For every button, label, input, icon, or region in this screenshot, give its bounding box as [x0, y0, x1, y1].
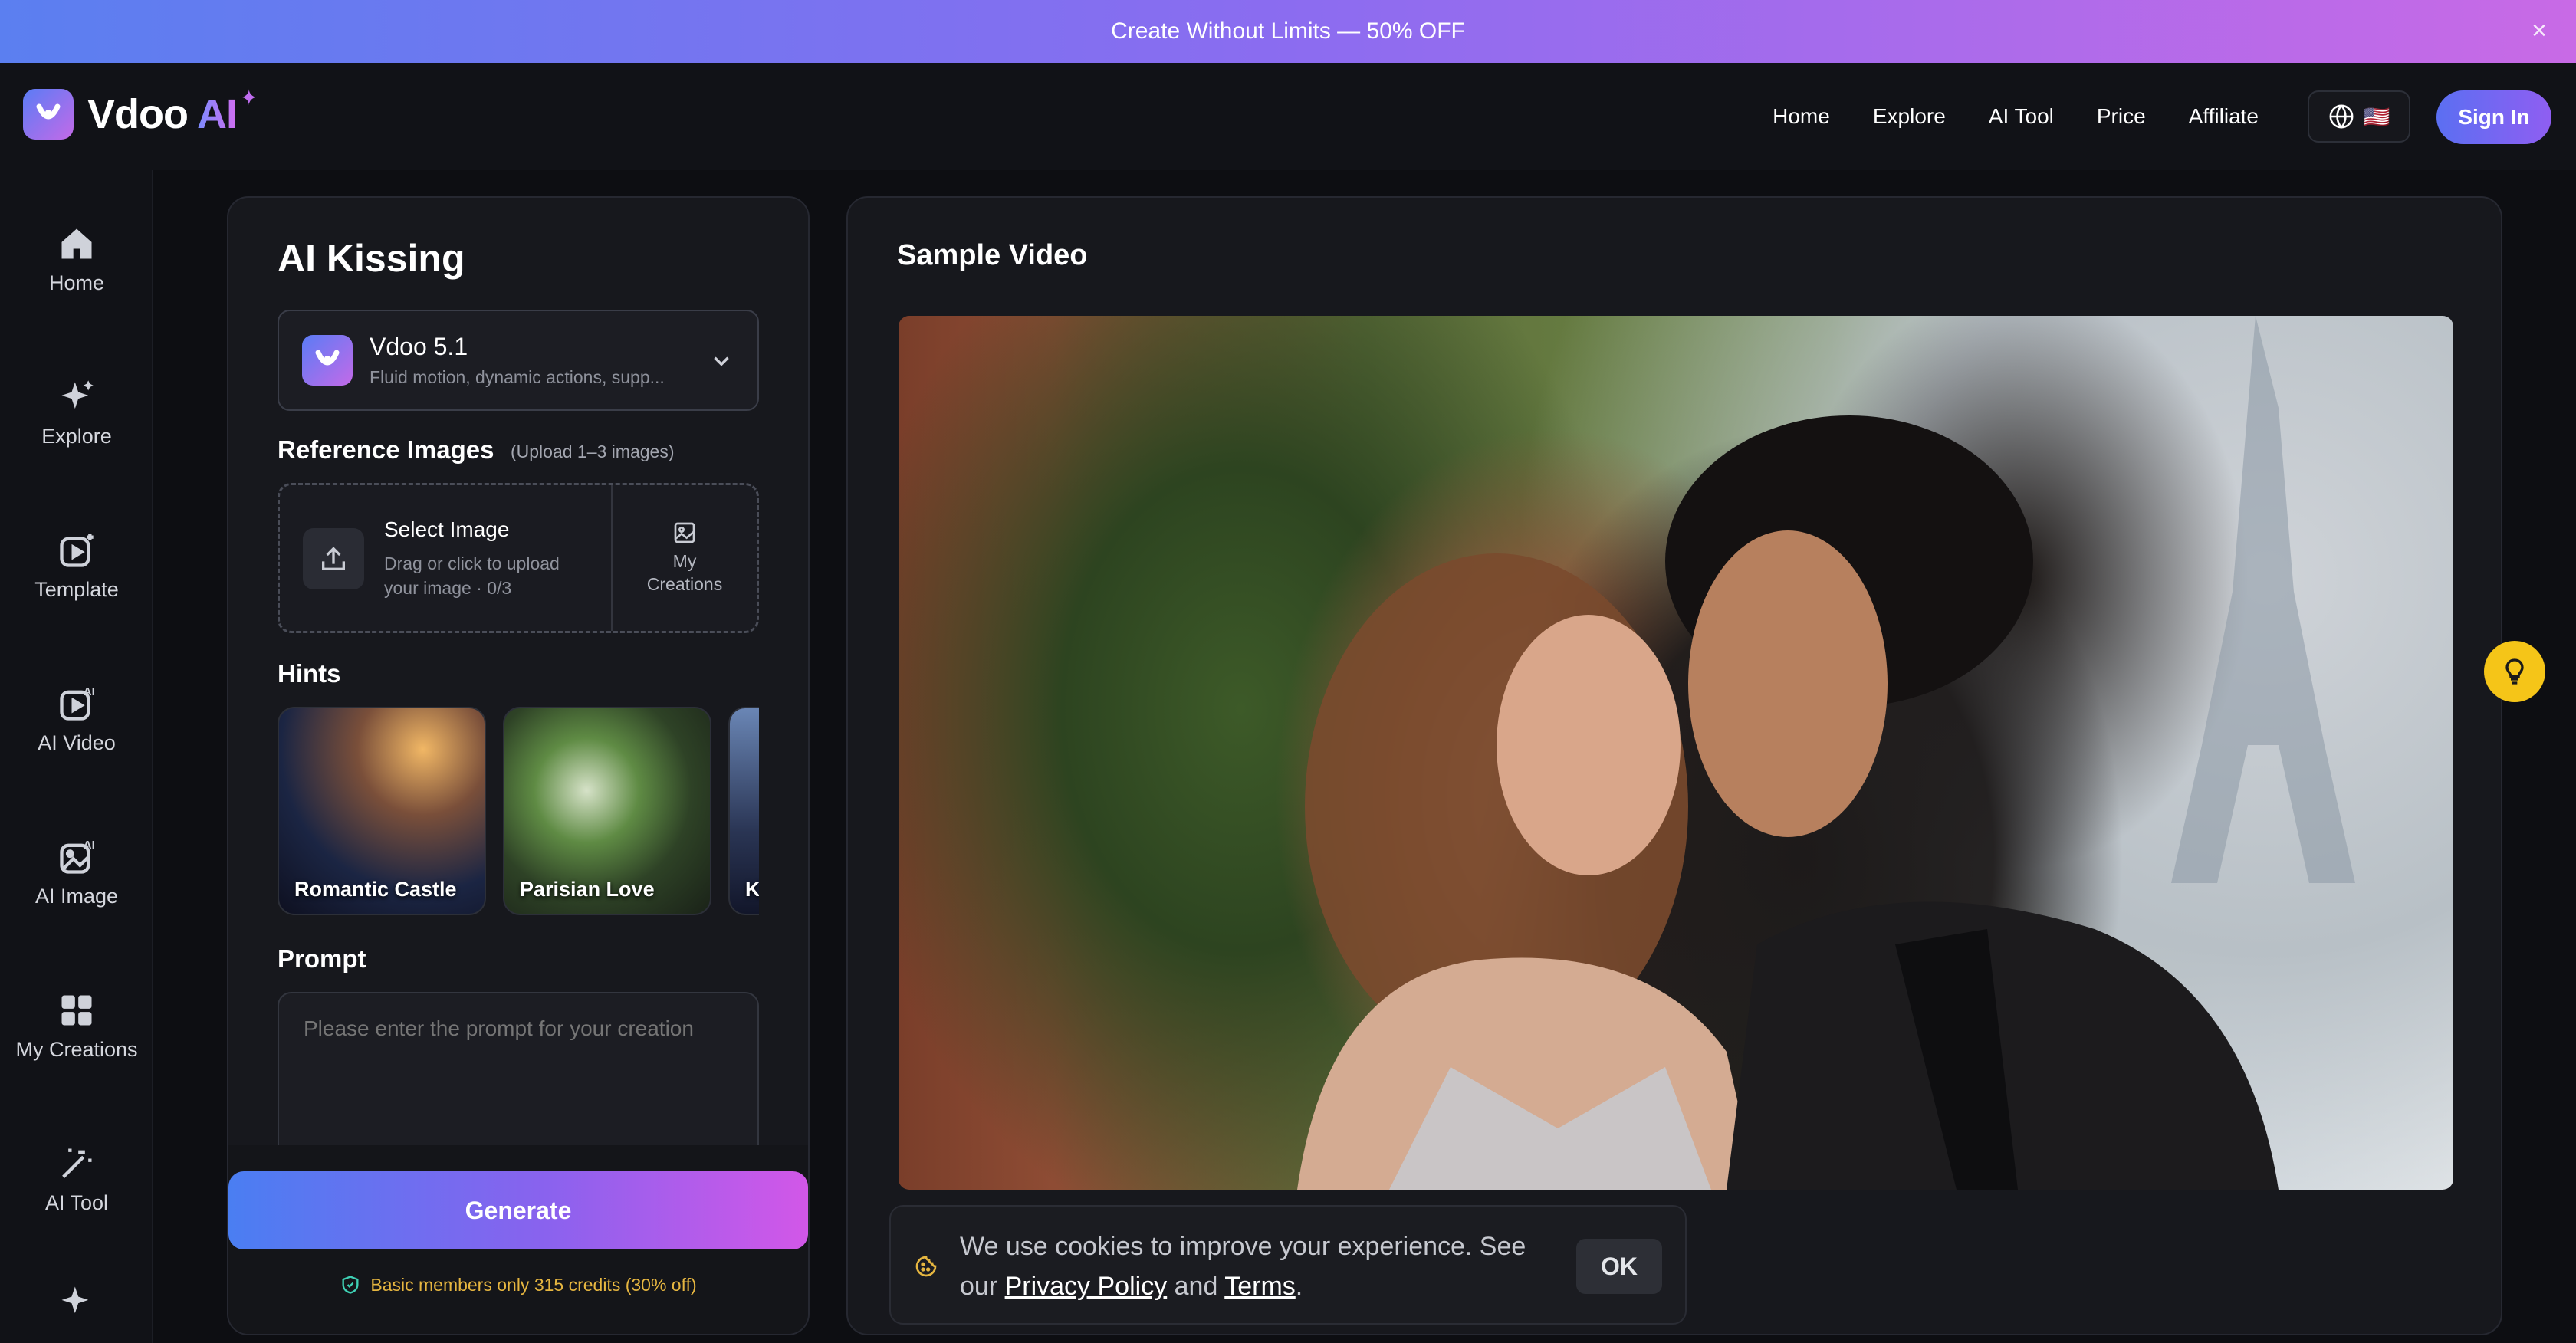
svg-text:AI: AI [84, 685, 95, 698]
sidebar-item-home[interactable]: Home [0, 205, 153, 313]
sidebar-item-ai-image[interactable]: AI AI Image [0, 819, 153, 926]
nav-price[interactable]: Price [2097, 104, 2146, 129]
promo-text[interactable]: Create Without Limits — 50% OFF [1111, 18, 1465, 44]
select-image-title[interactable]: Select Image [384, 517, 509, 542]
sidebar-item-my-creations[interactable]: My Creations [0, 972, 153, 1079]
model-description: Fluid motion, dynamic actions, supp... [370, 367, 665, 387]
lightbulb-icon [2505, 658, 2524, 685]
sample-video[interactable] [899, 316, 2453, 1190]
credits-note: Basic members only 315 credits (30% off) [228, 1274, 808, 1295]
my-creations-button[interactable]: My Creations [613, 485, 757, 631]
select-image-subtitle: Drag or click to upload your image · 0/3 [384, 553, 560, 598]
hint-label: Romantic Castle [294, 878, 457, 901]
sidebar-item-label: Home [48, 271, 105, 294]
nav-home[interactable]: Home [1773, 104, 1830, 129]
sidebar-item-more[interactable] [0, 1282, 153, 1343]
upload-icon[interactable] [303, 528, 364, 589]
reference-images-hint: (Upload 1–3 images) [511, 442, 675, 461]
privacy-policy-link[interactable]: Privacy Policy [1005, 1272, 1168, 1301]
top-navbar: Vdoo AI ✦ Home Explore AI Tool Price Aff… [0, 63, 2576, 170]
flag-us: 🇺🇸 [2363, 104, 2390, 129]
cookie-text: We use cookies to improve your experienc… [960, 1232, 1526, 1301]
credits-note-text: Basic members only 315 credits (30% off) [370, 1274, 697, 1295]
ai-image-icon: AI [60, 839, 95, 874]
promo-banner[interactable]: Create Without Limits — 50% OFF × [0, 0, 2576, 63]
nav-ai-tool[interactable]: AI Tool [1989, 104, 2054, 129]
sidebar-item-label: AI Video [38, 731, 116, 754]
image-icon [674, 522, 695, 543]
prompt-label: Prompt [278, 944, 366, 973]
sparkle-icon [61, 1286, 89, 1314]
sample-panel: Sample Video [846, 196, 2502, 1335]
hints-label: Hints [278, 659, 341, 688]
hint-label: Parisian Love [520, 878, 655, 901]
sparkle-icon [61, 379, 94, 409]
hint-label: Ki [745, 878, 759, 901]
tip-button[interactable] [2484, 641, 2545, 702]
globe-icon [2329, 104, 2354, 129]
ai-video-icon: AI [60, 685, 95, 721]
sidebar-item-label: Explore [41, 424, 112, 448]
cookie-icon [915, 1256, 937, 1277]
sidebar-item-label: Template [34, 577, 119, 601]
model-selector[interactable]: Vdoo 5.1 Fluid motion, dynamic actions, … [278, 310, 759, 411]
language-selector[interactable]: 🇺🇸 [2308, 90, 2410, 143]
generate-footer: Generate Basic members only 315 credits … [228, 1145, 808, 1334]
reference-images-label: Reference Images [278, 435, 495, 464]
main-nav: Home Explore AI Tool Price Affiliate [1773, 63, 2259, 170]
my-creations-label: My Creations [646, 551, 723, 594]
terms-link[interactable]: Terms [1224, 1272, 1296, 1301]
vdoo-logo-icon [23, 89, 74, 140]
brand-logo[interactable]: Vdoo AI ✦ [23, 86, 268, 140]
sample-video-title: Sample Video [897, 239, 1088, 271]
nav-explore[interactable]: Explore [1873, 104, 1946, 129]
svg-text:AI: AI [84, 839, 95, 852]
sign-in-button[interactable]: Sign In [2436, 90, 2551, 144]
sidebar: Home Explore Template AI AI Video AI AI … [0, 170, 153, 1343]
sidebar-item-label: AI Image [34, 884, 119, 908]
cookie-ok-button[interactable]: OK [1576, 1239, 1662, 1294]
sidebar-item-template[interactable]: Template [0, 512, 153, 619]
shield-icon [342, 1276, 359, 1294]
sidebar-item-ai-tool[interactable]: AI Tool [0, 1125, 153, 1233]
grid-icon [61, 995, 92, 1025]
sidebar-item-ai-video[interactable]: AI AI Video [0, 665, 153, 773]
image-upload-zone[interactable]: Select Image Drag or click to upload you… [278, 483, 759, 633]
hint-card-parisian-love[interactable]: Parisian Love [503, 707, 711, 915]
generate-button[interactable]: Generate [228, 1171, 808, 1249]
template-icon [60, 533, 94, 567]
vdoo-logo-icon [302, 335, 353, 386]
sidebar-item-label: AI Tool [44, 1190, 109, 1214]
tool-panel: AI Kissing Vdoo 5.1 Fluid motion, dynami… [227, 196, 810, 1335]
magic-wand-icon [62, 1148, 92, 1178]
model-name: Vdoo 5.1 [370, 333, 468, 360]
hint-card-romantic-castle[interactable]: Romantic Castle [278, 707, 486, 915]
hints-carousel[interactable]: Romantic Castle Parisian Love Ki [278, 707, 759, 918]
nav-affiliate[interactable]: Affiliate [2189, 104, 2259, 129]
chevron-down-icon [714, 356, 729, 366]
cookie-banner: We use cookies to improve your experienc… [889, 1205, 1687, 1325]
page-title: AI Kissing [278, 237, 465, 280]
home-icon [61, 228, 92, 258]
sidebar-item-explore[interactable]: Explore [0, 359, 153, 466]
sample-video-illustration [1297, 316, 2355, 1190]
brand-name: Vdoo AI [87, 91, 238, 137]
spark-icon: ✦ [239, 85, 258, 110]
hint-card-partial[interactable]: Ki [728, 707, 759, 915]
close-icon[interactable]: × [2525, 17, 2553, 44]
sidebar-item-label: My Creations [15, 1037, 138, 1061]
